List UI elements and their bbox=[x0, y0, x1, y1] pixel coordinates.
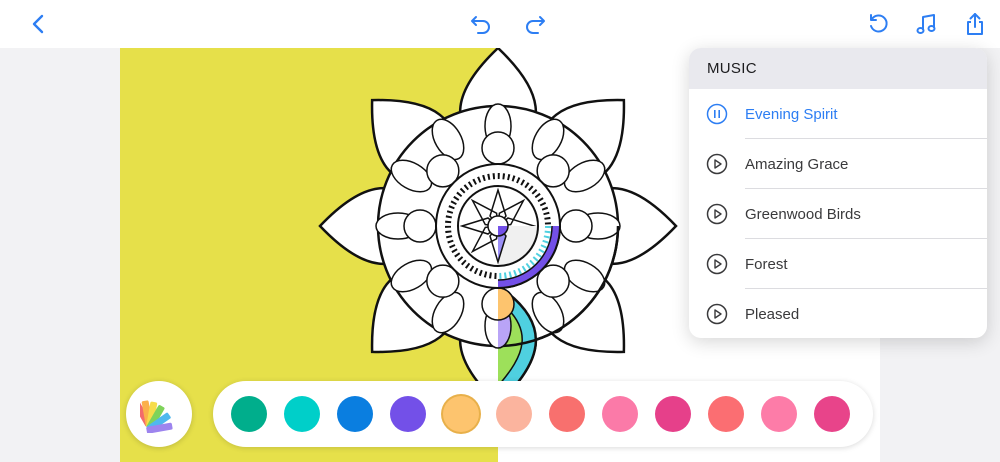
track-label: Evening Spirit bbox=[745, 105, 838, 123]
music-button[interactable] bbox=[910, 8, 942, 40]
redo-button[interactable] bbox=[519, 8, 551, 40]
back-button[interactable] bbox=[22, 8, 54, 40]
color-swatch[interactable] bbox=[655, 396, 691, 432]
color-swatches-icon bbox=[140, 400, 173, 433]
color-swatch[interactable] bbox=[231, 396, 267, 432]
color-swatch[interactable] bbox=[390, 396, 426, 432]
color-swatch[interactable] bbox=[761, 396, 797, 432]
reset-button[interactable] bbox=[862, 8, 894, 40]
play-circle-icon bbox=[706, 153, 728, 175]
play-circle-icon bbox=[706, 303, 728, 325]
music-menu-title: MUSIC bbox=[689, 48, 987, 89]
track-greenwood-birds[interactable]: Greenwood Birds bbox=[689, 189, 987, 239]
play-circle-icon bbox=[706, 253, 728, 275]
top-toolbar bbox=[0, 0, 1000, 48]
color-swatch[interactable] bbox=[337, 396, 373, 432]
color-swatch[interactable] bbox=[708, 396, 744, 432]
play-circle-icon bbox=[706, 203, 728, 225]
palette-picker-button[interactable] bbox=[126, 381, 192, 447]
track-pleased[interactable]: Pleased bbox=[689, 289, 987, 338]
track-evening-spirit[interactable]: Evening Spirit bbox=[689, 89, 987, 139]
track-label: Amazing Grace bbox=[745, 155, 849, 173]
color-swatch[interactable] bbox=[602, 396, 638, 432]
rotate-ccw-icon bbox=[870, 14, 888, 33]
color-swatch[interactable] bbox=[814, 396, 850, 432]
track-amazing-grace[interactable]: Amazing Grace bbox=[689, 139, 987, 189]
share-icon bbox=[967, 13, 983, 35]
color-swatch[interactable] bbox=[549, 396, 585, 432]
chevron-left-icon bbox=[32, 14, 44, 34]
color-swatch[interactable] bbox=[443, 396, 479, 432]
music-menu: MUSIC Evening Spirit Amazing Grace Green… bbox=[689, 48, 987, 338]
undo-button[interactable] bbox=[465, 8, 497, 40]
color-swatch-bar bbox=[213, 381, 873, 447]
share-button[interactable] bbox=[959, 8, 991, 40]
track-label: Pleased bbox=[745, 305, 800, 323]
color-swatch[interactable] bbox=[496, 396, 532, 432]
redo-icon bbox=[526, 16, 545, 34]
track-label: Greenwood Birds bbox=[745, 205, 861, 223]
track-forest[interactable]: Forest bbox=[689, 239, 987, 289]
pause-circle-icon bbox=[706, 103, 728, 125]
music-note-icon bbox=[916, 14, 936, 34]
track-label: Forest bbox=[745, 255, 788, 273]
undo-icon bbox=[471, 16, 490, 34]
color-swatch[interactable] bbox=[284, 396, 320, 432]
